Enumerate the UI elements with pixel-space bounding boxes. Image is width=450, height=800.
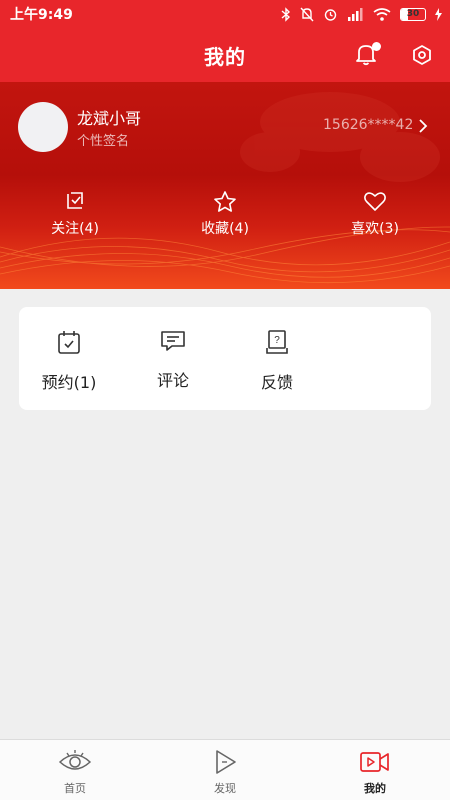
wifi-icon [373,7,391,21]
svg-text:?: ? [274,335,280,346]
chevron-right-icon[interactable] [416,118,430,134]
page-title: 我的 [204,45,246,69]
banner-decoration [0,92,450,284]
video-camera-icon [360,752,389,772]
username[interactable]: 龙斌小哥 [77,105,141,129]
nav-mine[interactable]: 我的 [335,748,415,796]
calendar-icon [58,331,80,354]
heart-icon [364,192,386,211]
settings-button[interactable] [410,43,434,67]
alarm-icon [324,8,337,21]
profile-banner: 龙斌小哥 个性签名 15626****42 关注(4) 收藏(4) 喜欢(3) [0,82,450,289]
settings-hexagon-icon [413,45,431,65]
comment-icon [161,331,185,351]
stat-favorites-label: 收藏(4) [201,221,249,237]
charging-icon [435,7,442,21]
avatar[interactable] [18,102,68,152]
bluetooth-icon [281,6,291,22]
nav-discover-label: 发现 [214,782,236,795]
feedback-label: 反馈 [260,373,293,392]
status-time: 上午9:49 [10,7,73,23]
battery-icon: 30 [400,7,426,21]
star-icon [214,191,236,212]
notification-dot [372,42,381,51]
nav-mine-label: 我的 [364,782,386,795]
nav-home-label: 首页 [64,782,86,795]
feedback-button[interactable]: ? 反馈 [237,329,317,393]
play-icon [216,750,236,774]
status-bar: 上午9:49 30 [0,0,450,28]
reservation-label: 预约(1) [41,373,97,392]
signal-icon [348,7,363,21]
stat-likes-label: 喜欢(3) [351,221,399,237]
battery-level: 30 [406,8,420,19]
mute-bell-icon [300,7,314,21]
nav-home[interactable]: 首页 [35,748,115,796]
bottom-navigation: 首页 发现 我的 [0,739,450,800]
quick-actions-card: 预约(1) 评论 ? 反馈 [19,307,431,410]
notification-button[interactable] [355,42,381,68]
follow-icon [67,192,83,209]
feedback-icon: ? [266,330,288,354]
reservation-button[interactable]: 预约(1) [29,329,109,393]
eye-home-icon [58,750,92,770]
comment-button[interactable]: 评论 [133,329,213,391]
stat-follow[interactable]: 关注(4) [20,190,130,238]
stat-favorites[interactable]: 收藏(4) [170,190,280,238]
stat-follow-label: 关注(4) [51,221,99,237]
phone-number[interactable]: 15626****42 [323,117,413,133]
comment-label: 评论 [156,371,189,390]
top-app-bar: 我的 [0,28,450,82]
stat-likes[interactable]: 喜欢(3) [320,190,430,238]
status-icons: 30 [281,6,442,22]
signature[interactable]: 个性签名 [77,130,129,149]
nav-discover[interactable]: 发现 [185,748,265,796]
